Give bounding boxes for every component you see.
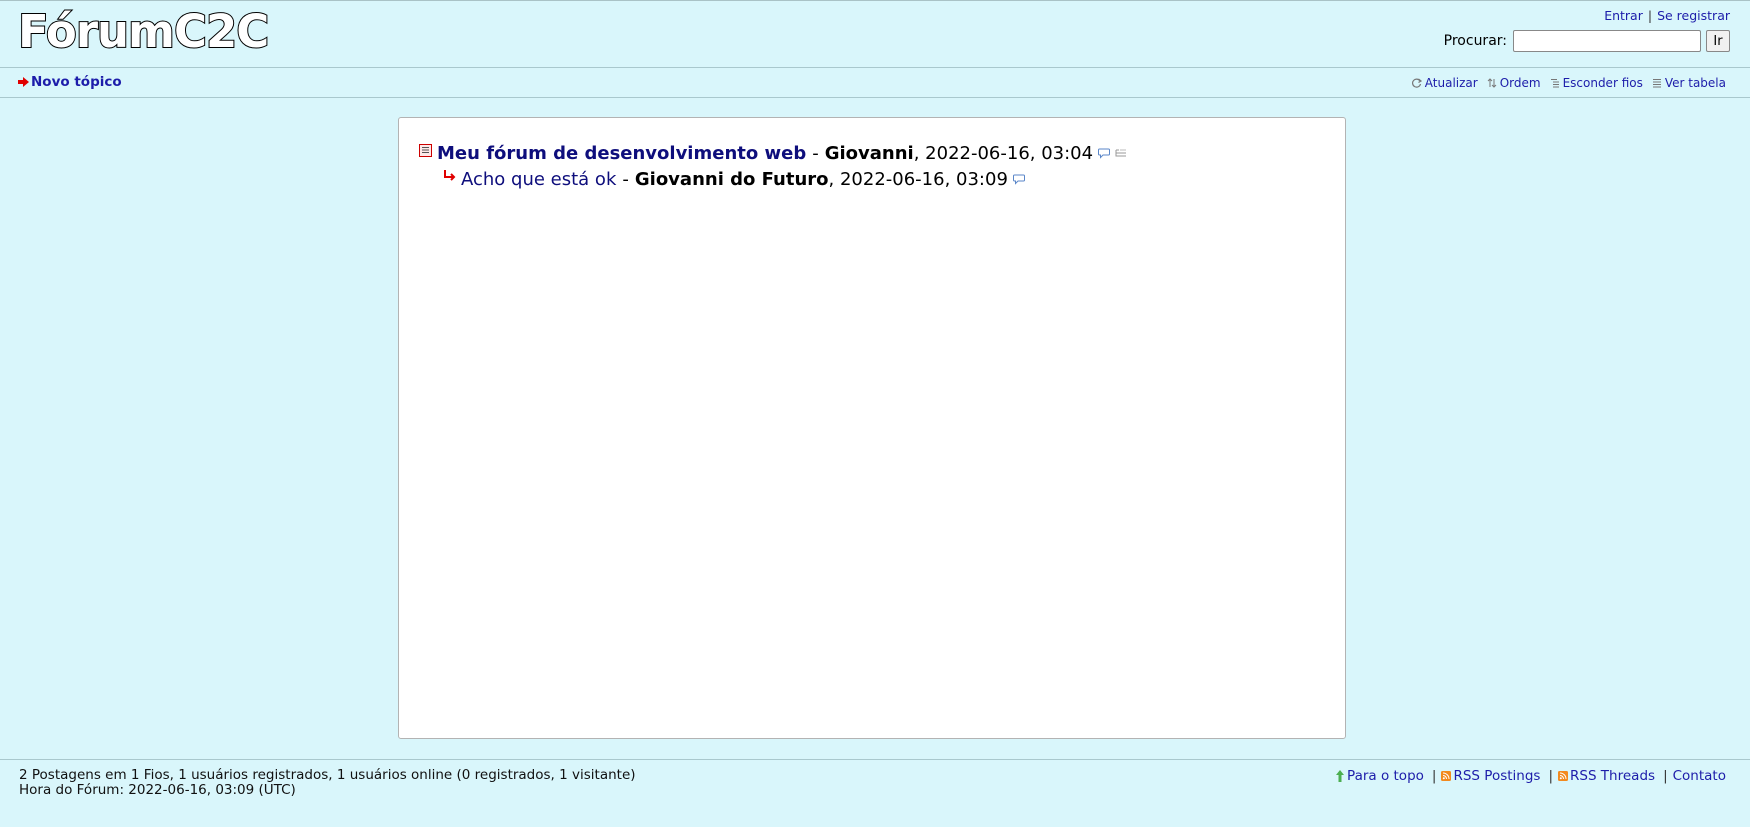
hide-threads-link[interactable]: Esconder fios [1550,76,1643,90]
separator: | [1647,8,1653,23]
thread: Meu fórum de desenvolvimento web - Giova… [419,140,1127,192]
thread-tree-icon[interactable] [1115,148,1127,159]
login-link[interactable]: Entrar [1604,8,1643,23]
search-label: Procurar: [1443,33,1507,49]
forum-logo[interactable]: FórumC2C [17,6,270,57]
dash: - [622,168,629,190]
nav-bar: Novo tópico Atualizar Ordem Esconder fio… [0,68,1750,98]
reply-date: , 2022-06-16, 03:09 [828,168,1008,190]
reply-row: Acho que está ok - Giovanni do Futuro , … [443,166,1127,192]
forum-time: Hora do Fórum: 2022-06-16, 03:09 (UTC) [19,782,296,798]
rss-icon [1558,771,1568,781]
search-input[interactable] [1513,30,1701,52]
refresh-label: Atualizar [1424,76,1478,90]
to-top-label: Para o topo [1347,768,1424,784]
contact-link[interactable]: Contato [1673,768,1726,784]
speech-bubble-icon [1098,148,1111,159]
thread-subject-link[interactable]: Meu fórum de desenvolvimento web [437,143,806,164]
header: FórumC2C Entrar | Se registrar Procurar: I… [0,1,1750,68]
thread-icon [419,143,432,157]
search-button[interactable]: Ir [1706,30,1730,52]
stats-line: 2 Postagens em 1 Fios, 1 usuários regist… [19,767,636,783]
thread-date: , 2022-06-16, 03:04 [913,142,1094,164]
sort-icon [1487,78,1497,88]
rss-icon [1441,771,1452,781]
nav-actions: Atualizar Ordem Esconder fios Ver tabela [1403,76,1726,90]
separator: | [1431,768,1437,784]
reply-arrow-icon [444,169,456,181]
forum-stats: 2 Postagens em 1 Fios, 1 usuários regist… [19,768,636,798]
order-label: Ordem [1499,76,1541,90]
search-form: Procurar: Ir [1444,30,1730,52]
register-link[interactable]: Se registrar [1657,8,1730,23]
collapse-threads-icon [1550,79,1559,88]
separator: | [1663,768,1668,784]
user-links: Entrar | Se registrar [1604,8,1730,23]
separator: | [1548,768,1553,784]
arrow-right-icon [18,77,29,87]
new-topic-label: Novo tópico [31,74,122,90]
thread-author: Giovanni [824,142,914,164]
thread-list-box: Meu fórum de desenvolvimento web - Giova… [398,117,1346,739]
arrow-up-icon [1336,770,1345,782]
dash: - [812,142,819,164]
refresh-icon [1411,78,1422,88]
reply-subject-link[interactable]: Acho que está ok [461,169,616,190]
new-topic-link[interactable]: Novo tópico [18,74,122,90]
table-view-label: Ver tabela [1664,76,1726,90]
thread-starter-row: Meu fórum de desenvolvimento web - Giova… [419,140,1127,166]
rss-postings-link[interactable]: RSS Postings [1441,768,1540,784]
rss-postings-label: RSS Postings [1453,768,1541,784]
to-top-link[interactable]: Para o topo [1335,768,1424,784]
rss-threads-link[interactable]: RSS Threads [1558,768,1655,784]
order-link[interactable]: Ordem [1487,76,1541,90]
hide-threads-label: Esconder fios [1562,76,1643,90]
footer: 2 Postagens em 1 Fios, 1 usuários regist… [0,759,1750,798]
speech-bubble-icon [1012,174,1025,185]
refresh-link[interactable]: Atualizar [1411,76,1478,90]
table-view-icon [1652,79,1661,88]
footer-links: Para o topo | RSS Postings | RSS Threads… [1335,768,1726,784]
rss-threads-label: RSS Threads [1570,768,1656,784]
table-view-link[interactable]: Ver tabela [1652,76,1726,90]
reply-author: Giovanni do Futuro [634,168,829,190]
